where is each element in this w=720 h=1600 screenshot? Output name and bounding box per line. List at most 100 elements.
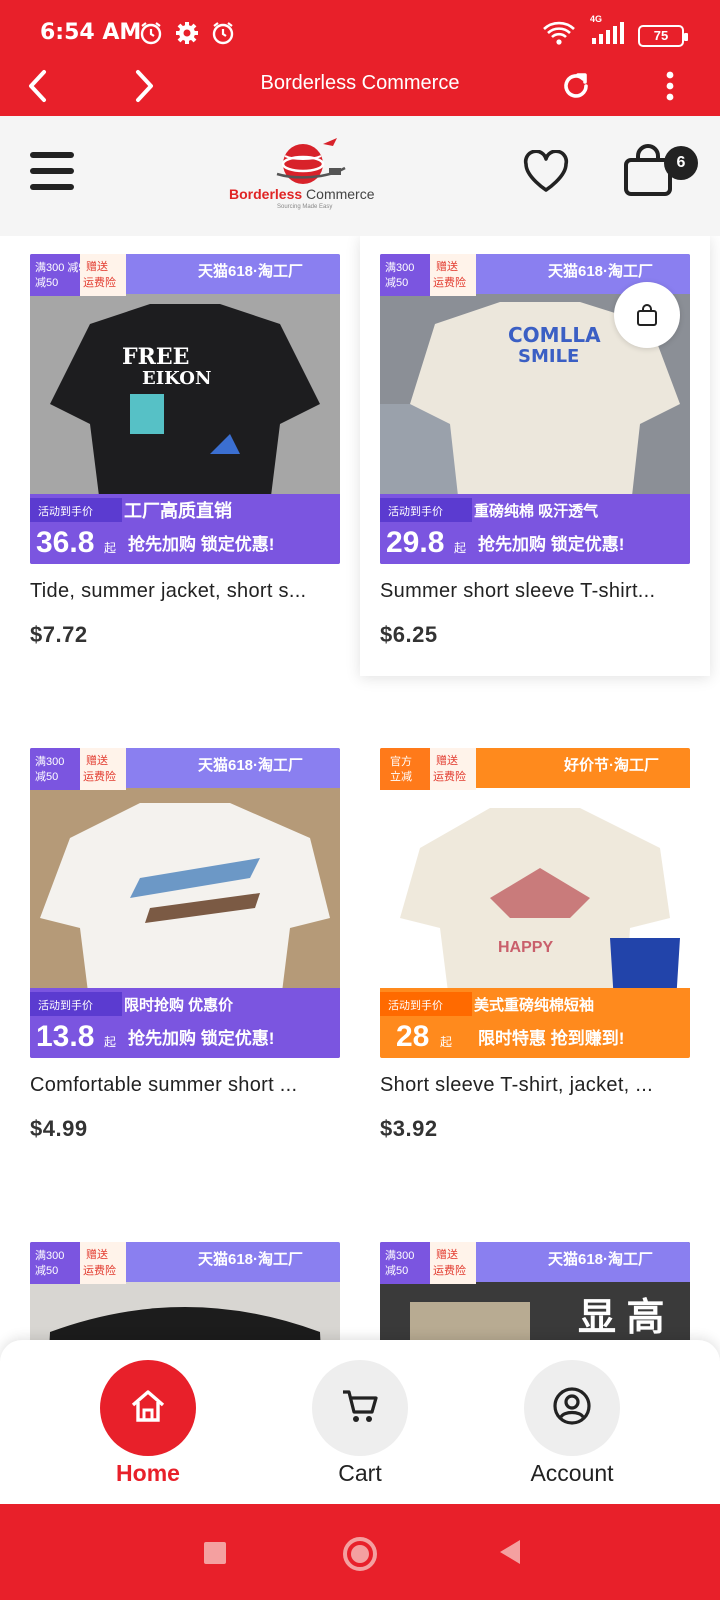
svg-text:天猫618·淘工厂: 天猫618·淘工厂 — [198, 756, 303, 774]
svg-text:工厂高质直销: 工厂高质直销 — [124, 500, 232, 521]
svg-text:29.8: 29.8 — [386, 526, 444, 559]
product-card[interactable]: 满300 减50 赠送 运费险 天猫618·淘工厂 活动到手价 限时抢购 优惠价… — [10, 730, 360, 1170]
svg-text:减50: 减50 — [35, 1264, 58, 1277]
svg-text:赠送: 赠送 — [436, 753, 458, 767]
svg-text:运费险: 运费险 — [83, 275, 116, 289]
more-vertical-icon[interactable] — [650, 66, 690, 106]
svg-text:抢先加购 锁定优惠!: 抢先加购 锁定优惠! — [128, 1028, 274, 1048]
svg-text:美式重磅纯棉短袖: 美式重磅纯棉短袖 — [474, 996, 594, 1014]
svg-text:运费险: 运费险 — [433, 275, 466, 289]
svg-text:起: 起 — [104, 1035, 116, 1049]
logo-brand-part2: Commerce — [306, 186, 375, 202]
square-icon[interactable] — [196, 1534, 232, 1570]
svg-text:天猫618·淘工厂: 天猫618·淘工厂 — [198, 1250, 303, 1268]
tab-home[interactable]: Home — [78, 1360, 218, 1487]
store-tag: 天猫618·淘工厂 — [198, 262, 303, 280]
svg-text:活动到手价: 活动到手价 — [38, 504, 93, 518]
product-image[interactable]: FREE EIKON 满300 减50 减50 赠送 运费险 天猫618·淘工厂… — [30, 254, 340, 564]
product-card[interactable]: HAPPY 官方 立减 赠送 运费险 好价节·淘工厂 活动到手价 美式重磅纯棉短… — [360, 730, 710, 1170]
svg-text:赠送: 赠送 — [86, 1247, 108, 1261]
tab-account-label: Account — [530, 1460, 614, 1486]
product-price: $6.25 — [380, 622, 438, 647]
brand-logo[interactable]: Borderless Commerce Sourcing Made Easy — [225, 134, 395, 216]
svg-text:满300: 满300 — [385, 261, 414, 274]
svg-text:抢先加购 锁定优惠!: 抢先加购 锁定优惠! — [478, 534, 624, 554]
svg-text:重磅纯棉 吸汗透气: 重磅纯棉 吸汗透气 — [474, 502, 598, 520]
svg-text:活动到手价: 活动到手价 — [388, 504, 443, 518]
svg-text:限时抢购 优惠价: 限时抢购 优惠价 — [124, 996, 234, 1014]
svg-text:起: 起 — [440, 1035, 452, 1049]
svg-text:减50: 减50 — [385, 276, 408, 289]
svg-text:COMLLA: COMLLA — [508, 323, 601, 347]
svg-text:SMILE: SMILE — [518, 346, 579, 367]
svg-text:HAPPY: HAPPY — [498, 939, 553, 956]
product-image[interactable]: 满300 减50 赠送 运费险 天猫618·淘工厂 活动到手价 限时抢购 优惠价… — [30, 748, 340, 1058]
tab-home-label: Home — [116, 1460, 180, 1486]
gear-icon — [174, 20, 200, 46]
svg-text:FREE: FREE — [122, 344, 189, 370]
svg-text:活动到手价: 活动到手价 — [388, 998, 443, 1012]
svg-text:28: 28 — [396, 1020, 429, 1053]
tab-account[interactable]: Account — [502, 1360, 642, 1487]
svg-text:满300: 满300 — [35, 755, 64, 768]
battery-icon: 75 — [638, 24, 688, 47]
product-card[interactable]: FREE EIKON 满300 减50 减50 赠送 运费险 天猫618·淘工厂… — [10, 236, 360, 676]
product-price: $3.92 — [380, 1116, 438, 1141]
svg-text:13.8: 13.8 — [36, 1020, 94, 1053]
svg-text:天猫618·淘工厂: 天猫618·淘工厂 — [548, 262, 653, 280]
svg-text:活动到手价: 活动到手价 — [38, 998, 93, 1012]
product-name[interactable]: Comfortable summer short ... — [30, 1074, 342, 1097]
page-title: Borderless Commerce — [260, 72, 460, 94]
svg-text:EIKON: EIKON — [142, 368, 211, 389]
product-price: $7.72 — [30, 622, 88, 647]
svg-text:赠送: 赠送 — [86, 259, 108, 273]
status-time: 6:54 AM — [40, 20, 142, 45]
product-image[interactable]: 满300 减50 赠送 运费险 天猫618·淘工厂 — [30, 1242, 340, 1340]
network-type: 4G — [590, 14, 603, 24]
svg-text:运费险: 运费险 — [83, 1263, 116, 1277]
alarm-icon — [210, 20, 236, 46]
system-navigation-bar — [0, 1504, 720, 1600]
circle-icon[interactable] — [340, 1534, 377, 1571]
product-image[interactable]: 显 高 满300 减50 赠送 运费险 天猫618·淘工厂 — [380, 1242, 690, 1340]
product-name[interactable]: Tide, summer jacket, short s... — [30, 580, 342, 603]
browser-toolbar: Borderless Commerce — [0, 66, 720, 116]
triangle-back-icon[interactable] — [492, 1534, 528, 1570]
svg-text:运费险: 运费险 — [433, 769, 466, 783]
product-name[interactable]: Summer short sleeve T-shirt... — [380, 580, 692, 603]
home-icon — [128, 1386, 168, 1431]
svg-text:好价节·淘工厂: 好价节·淘工厂 — [563, 756, 659, 774]
signal-icon: 4G — [588, 14, 626, 51]
alarm-icon — [138, 20, 164, 46]
svg-text:运费险: 运费险 — [433, 1263, 466, 1277]
menu-icon[interactable] — [30, 152, 74, 192]
svg-text:满300: 满300 — [35, 1249, 64, 1262]
bottom-navigation: Home Cart Account — [0, 1340, 720, 1504]
wishlist-heart-icon[interactable] — [522, 149, 570, 194]
tab-cart-label: Cart — [338, 1460, 382, 1486]
logo-brand-part1: Borderless — [229, 186, 303, 202]
svg-text:满300: 满300 — [385, 1249, 414, 1262]
product-card[interactable]: 显 高 满300 减50 赠送 运费险 天猫618·淘工厂 — [360, 1224, 710, 1340]
svg-text:赠送: 赠送 — [436, 1247, 458, 1261]
svg-text:减50: 减50 — [35, 276, 58, 289]
cart-icon — [340, 1386, 380, 1431]
product-card[interactable]: COMLLA SMILE 满300 减50 赠送 运费险 天猫618·淘工厂 活… — [360, 236, 710, 676]
globe-logo-icon — [276, 138, 346, 184]
cart-count-badge: 6 — [664, 146, 698, 180]
reload-icon[interactable] — [556, 66, 596, 106]
product-card[interactable]: 满300 减50 赠送 运费险 天猫618·淘工厂 — [10, 1224, 360, 1340]
product-name[interactable]: Short sleeve T-shirt, jacket, ... — [380, 1074, 692, 1097]
svg-text:赠送: 赠送 — [436, 259, 458, 273]
status-bar: 6:54 AM 4G 75 — [0, 0, 720, 66]
svg-text:抢先加购 锁定优惠!: 抢先加购 锁定优惠! — [128, 534, 274, 554]
product-image[interactable]: HAPPY 官方 立减 赠送 运费险 好价节·淘工厂 活动到手价 美式重磅纯棉短… — [380, 748, 690, 1058]
quick-add-bag-icon[interactable] — [614, 282, 680, 348]
svg-text:显 高: 显 高 — [578, 1297, 665, 1339]
wifi-icon — [542, 20, 576, 51]
logo-tagline: Sourcing Made Easy — [277, 204, 333, 210]
tab-cart[interactable]: Cart — [290, 1360, 430, 1487]
svg-text:立减: 立减 — [390, 769, 412, 783]
svg-text:运费险: 运费险 — [83, 769, 116, 783]
svg-text:官方: 官方 — [390, 754, 412, 768]
